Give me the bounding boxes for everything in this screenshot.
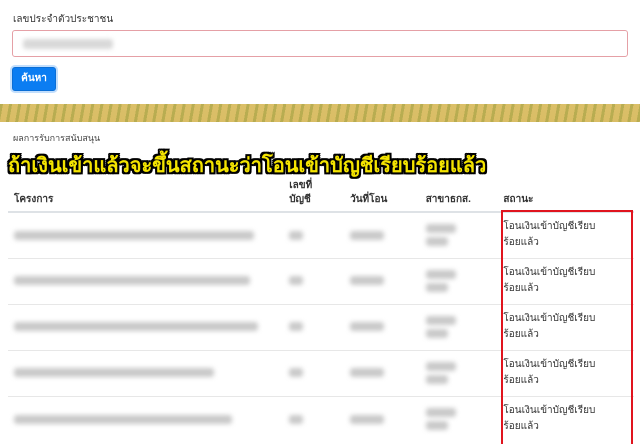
date-cell xyxy=(344,211,420,258)
date-cell xyxy=(344,349,420,396)
date-cell xyxy=(344,303,420,350)
redacted-text xyxy=(14,276,250,286)
search-card: เลขประจำตัวประชาชน ค้นหา xyxy=(0,0,640,104)
project-cell xyxy=(8,257,284,304)
project-cell xyxy=(8,395,284,442)
date-cell xyxy=(344,395,420,442)
account-cell xyxy=(283,257,345,304)
redacted-text xyxy=(425,375,448,384)
redacted-text xyxy=(350,368,385,378)
overlay-caption: ถ้าเงินเข้าแล้วจะขึ้นสถานะว่าโอนเข้าบัญช… xyxy=(8,153,487,177)
search-label: เลขประจำตัวประชาชน xyxy=(13,14,114,25)
account-cell xyxy=(283,349,345,396)
redacted-text xyxy=(425,329,448,338)
account-cell xyxy=(283,303,345,350)
branch-cell xyxy=(419,303,498,350)
redacted-text xyxy=(350,276,385,286)
redacted-text xyxy=(289,368,304,378)
results-title: ผลการรับการสนับสนุน xyxy=(13,133,101,143)
redacted-text xyxy=(289,414,304,424)
redacted-text xyxy=(425,362,456,371)
project-cell xyxy=(8,349,284,396)
redacted-text xyxy=(14,230,254,240)
redacted-text xyxy=(425,408,456,418)
redacted-text xyxy=(425,270,456,279)
branch-cell xyxy=(419,349,498,396)
redacted-text xyxy=(425,224,456,234)
account-cell xyxy=(283,211,345,258)
redacted-text xyxy=(425,237,448,247)
redacted-text xyxy=(350,414,385,424)
redacted-text xyxy=(289,322,304,332)
redacted-text xyxy=(289,276,304,286)
branch-cell xyxy=(419,395,498,442)
redacted-text xyxy=(425,283,448,292)
branch-cell xyxy=(419,257,498,304)
redacted-text xyxy=(350,322,385,332)
redacted-text xyxy=(425,421,448,431)
citizen-id-input[interactable] xyxy=(12,30,628,57)
status-highlight-box xyxy=(501,210,633,444)
project-cell xyxy=(8,211,284,258)
redacted-text xyxy=(14,322,258,332)
redacted-text xyxy=(289,230,304,240)
redacted-id-value xyxy=(23,39,113,49)
account-cell xyxy=(283,395,345,442)
project-cell xyxy=(8,303,284,350)
redacted-text xyxy=(14,414,232,424)
redacted-text xyxy=(14,368,214,378)
search-button[interactable]: ค้นหา xyxy=(12,67,56,91)
redacted-text xyxy=(350,230,385,240)
date-cell xyxy=(344,257,420,304)
redacted-text xyxy=(425,316,456,325)
branch-cell xyxy=(419,211,498,258)
